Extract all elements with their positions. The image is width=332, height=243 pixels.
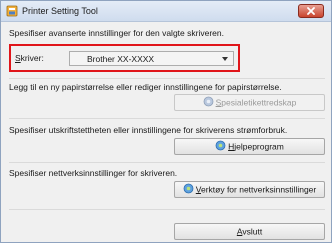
close-icon [307, 7, 315, 15]
special-label-tool-button-label: Spesialetikettredskap [215, 97, 297, 108]
exit-button-label: Avslutt [236, 226, 263, 237]
divider [9, 118, 325, 119]
network-settings-tool-button-label: Verktøy for nettverksinnstillinger [195, 184, 317, 195]
close-button[interactable] [298, 4, 324, 18]
divider [9, 209, 325, 210]
special-label-tool-button[interactable]: Spesialetikettredskap [174, 94, 325, 111]
shield-gear-icon [215, 140, 226, 151]
divider [9, 162, 325, 163]
printer-select[interactable]: Brother XX-XXXX [69, 51, 234, 66]
network-text: Spesifiser nettverksinnstillinger for sk… [9, 168, 178, 178]
paper-size-text: Legg til en ny papirstørrelse eller redi… [9, 82, 282, 92]
chevron-down-icon [222, 57, 228, 61]
intro-text: Spesifiser avanserte innstillinger for d… [9, 28, 224, 38]
title-bar: Printer Setting Tool [1, 1, 331, 22]
shield-gear-icon [183, 183, 194, 194]
printer-settings-icon [6, 5, 18, 17]
printer-highlight-box: Skriver: Brother XX-XXXX [9, 44, 240, 72]
shield-gear-icon [203, 96, 214, 107]
exit-button[interactable]: Avslutt [174, 223, 325, 240]
utility-text: Spesifiser utskriftstettheten eller inns… [9, 125, 288, 135]
network-settings-tool-button[interactable]: Verktøy for nettverksinnstillinger [174, 181, 325, 198]
utility-program-button[interactable]: Hjelpeprogram [174, 138, 325, 155]
window-title: Printer Setting Tool [22, 6, 98, 16]
printer-select-value: Brother XX-XXXX [87, 54, 155, 64]
divider [9, 78, 325, 79]
printer-label: Skriver: [15, 53, 44, 63]
utility-program-button-label: Hjelpeprogram [228, 141, 284, 152]
printer-setting-tool-window: Printer Setting Tool Spesifiser avansert… [0, 0, 332, 243]
